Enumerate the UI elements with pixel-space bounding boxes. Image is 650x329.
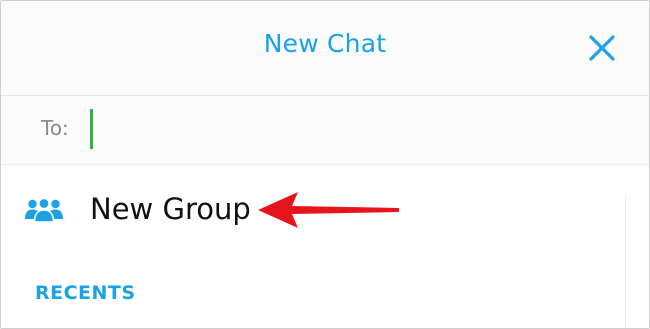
annotation-arrow-icon (258, 192, 399, 228)
recipient-input[interactable] (83, 106, 611, 152)
recipient-row: To: (1, 96, 649, 165)
scrollbar[interactable] (625, 197, 626, 328)
new-chat-screen: New Chat To: New Group RECENTS (0, 0, 650, 329)
new-group-label: New Group (90, 192, 251, 226)
group-icon (25, 197, 63, 223)
to-label: To: (41, 116, 69, 140)
close-icon (589, 35, 615, 61)
recents-heading: RECENTS (35, 282, 136, 304)
page-title: New Chat (263, 29, 387, 58)
header: New Chat (1, 1, 649, 96)
text-caret (90, 109, 93, 149)
close-button[interactable] (585, 31, 619, 65)
